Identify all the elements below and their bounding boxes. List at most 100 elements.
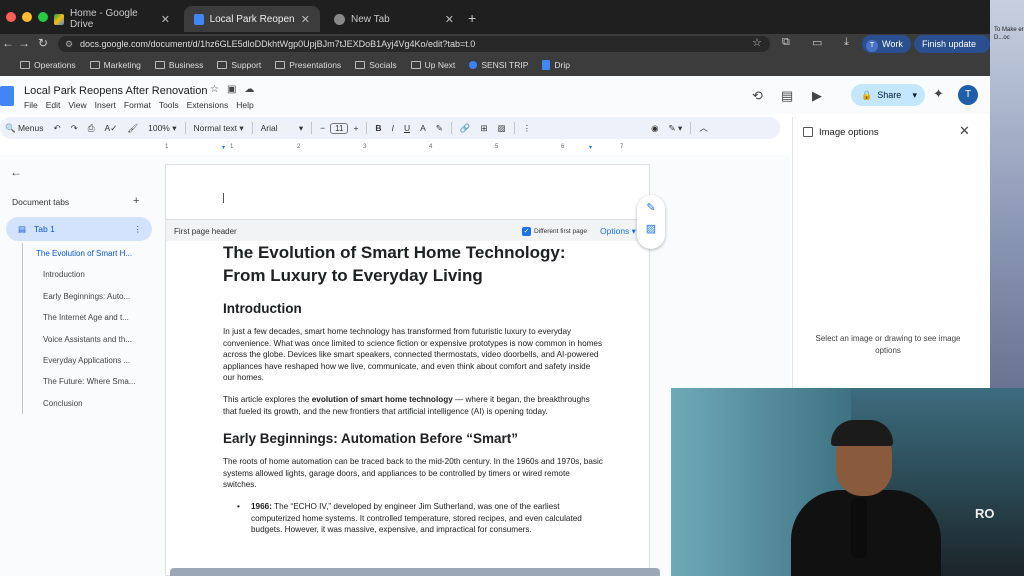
undo-icon[interactable]: ↶ [48,123,65,134]
different-first-page-checkbox[interactable]: ✓ Different first page [522,227,587,236]
reload-icon[interactable]: ↻ [38,36,48,50]
more-vert-icon[interactable]: ⋮ [134,224,143,235]
menu-format[interactable]: Format [124,100,151,110]
insert-image-icon[interactable]: ▨ [493,123,511,134]
move-folder-icon[interactable]: ▣ [227,84,236,95]
outline-item[interactable]: Early Beginnings: Auto... [23,286,152,307]
gemini-icon[interactable]: ✦ [933,86,944,102]
menu-view[interactable]: View [68,100,86,110]
document-page[interactable]: First page header ✓ Different first page… [165,164,651,576]
download-icon[interactable]: ⤓ [844,36,849,49]
increase-font-icon[interactable]: + [348,123,363,133]
bookmark-socials[interactable]: Socials [355,60,397,70]
pen-mode-icon[interactable]: ✎ ▾ [664,123,688,134]
bookmark-marketing[interactable]: Marketing [89,60,141,70]
account-avatar[interactable]: T [958,85,978,105]
desktop-file-label[interactable]: To Make er D...oc [994,26,1024,42]
comments-icon[interactable]: ▤ [781,88,793,104]
bookmark-up-next[interactable]: Up Next [410,60,455,70]
forward-arrow-icon[interactable]: → [18,36,30,50]
underline-icon[interactable]: U [399,123,415,133]
menu-extensions[interactable]: Extensions [187,100,229,110]
site-info-icon[interactable]: ⚙ [65,36,73,52]
outline-item[interactable]: Conclusion [23,393,152,414]
collapse-menus-icon[interactable]: ︿ [694,122,713,134]
document-body[interactable]: The Evolution of Smart Home Technology: … [223,241,603,536]
right-indent-marker[interactable]: ▾ [589,144,592,151]
back-arrow-icon[interactable]: ← [2,36,14,50]
profile-button[interactable]: T Work [862,35,911,53]
menu-insert[interactable]: Insert [95,100,116,110]
outline-item[interactable]: Introduction [23,264,152,285]
menu-help[interactable]: Help [236,100,253,110]
redo-icon[interactable]: ↷ [66,123,83,134]
outline-item[interactable]: Everyday Applications ... [23,350,152,371]
document-title[interactable]: Local Park Reopens After Renovation [24,85,207,97]
indent-marker[interactable]: ▾ [222,144,225,151]
add-tab-icon[interactable]: + [133,195,139,207]
docs-logo-icon[interactable] [0,86,14,106]
bold-icon[interactable]: B [370,123,386,133]
add-comment-icon[interactable]: ⊞ [475,123,492,134]
link-icon[interactable]: 🔗 [455,123,476,134]
highlight-icon[interactable]: ✎ [431,123,448,134]
font-size-input[interactable]: 11 [330,122,349,134]
bookmark-drip[interactable]: Drip [542,60,570,70]
bookmark-sensi-trip[interactable]: SENSI TRIP [469,60,528,70]
menus-search[interactable]: 🔍 Menus [0,123,48,134]
close-tab-icon[interactable]: ✕ [301,13,310,26]
new-tab-button[interactable]: + [468,10,476,26]
decrease-font-icon[interactable]: − [315,123,330,133]
italic-icon[interactable]: I [387,123,399,133]
finish-update-button[interactable]: Finish update ⋮ [914,35,990,67]
tab-new-tab[interactable]: New Tab ✕ [324,6,464,32]
share-button[interactable]: 🔒 Share ▾ [851,84,925,106]
outline-item[interactable]: The Evolution of Smart H... [23,243,152,264]
tab-google-drive[interactable]: Home - Google Drive ✕ [44,6,180,32]
close-tab-icon[interactable]: ✕ [161,13,170,26]
text-cursor [223,193,224,203]
menu-tools[interactable]: Tools [159,100,179,110]
menu-edit[interactable]: Edit [46,100,61,110]
more-options-icon[interactable]: ⋮ [518,123,537,134]
bookmark-star-icon[interactable]: ☆ [752,36,762,49]
horizontal-ruler[interactable]: 1 ▾ 1 2 3 4 5 6 ▾ 7 [165,144,645,154]
minimize-window-button[interactable] [22,12,32,22]
paint-format-icon[interactable]: 🖌 [122,123,143,134]
history-icon[interactable]: ⟲ [752,88,763,104]
options-label: Options [600,226,630,236]
text-color-icon[interactable]: A [415,123,431,133]
menu-file[interactable]: File [24,100,38,110]
outline-item[interactable]: Voice Assistants and th... [23,329,152,350]
spellcheck-icon[interactable]: A✓ [100,123,123,134]
meet-icon[interactable]: ▶ [812,88,822,104]
close-tab-icon[interactable]: ✕ [445,13,454,26]
chevron-down-icon[interactable]: ▾ [912,90,917,101]
sidebar-item-tab1[interactable]: ▤ Tab 1 ⋮ [6,217,152,241]
zoom-select[interactable]: 100% ▾ [143,123,181,134]
close-icon[interactable]: ✕ [959,123,970,139]
print-icon[interactable]: ⎙ [83,123,100,134]
add-image-icon[interactable]: ▨ [637,222,665,235]
star-icon[interactable]: ☆ [210,84,219,95]
bookmark-operations[interactable]: Operations [20,60,76,70]
url-text: docs.google.com/document/d/1hz6GLE5dloDD… [80,39,476,49]
tab-docs[interactable]: Local Park Reopens After Re ✕ [184,6,320,32]
extensions-icon[interactable]: ⧉ [782,36,790,49]
close-window-button[interactable] [6,12,16,22]
ai-edit-icon[interactable]: ✎ [637,201,665,214]
font-select[interactable]: Arial ▾ [256,123,309,134]
bookmark-support[interactable]: Support [217,60,261,70]
back-arrow-icon[interactable]: ← [10,165,22,179]
style-select[interactable]: Normal text ▾ [189,123,249,134]
microphone [851,498,867,558]
bookmark-presentations[interactable]: Presentations [275,60,341,70]
bookmark-business[interactable]: Business [154,60,203,70]
header-options-button[interactable]: Options ▾ [600,226,636,237]
url-field[interactable]: ⚙ docs.google.com/document/d/1hz6GLE5dlo… [58,36,770,52]
editing-mode-icon[interactable]: ◉ [646,123,663,134]
outline-item[interactable]: The Internet Age and t... [23,307,152,328]
outline-item[interactable]: The Future: Where Sma... [23,371,152,392]
cloud-status-icon[interactable]: ☁ [244,84,254,95]
cast-icon[interactable]: ▭ [812,36,822,49]
